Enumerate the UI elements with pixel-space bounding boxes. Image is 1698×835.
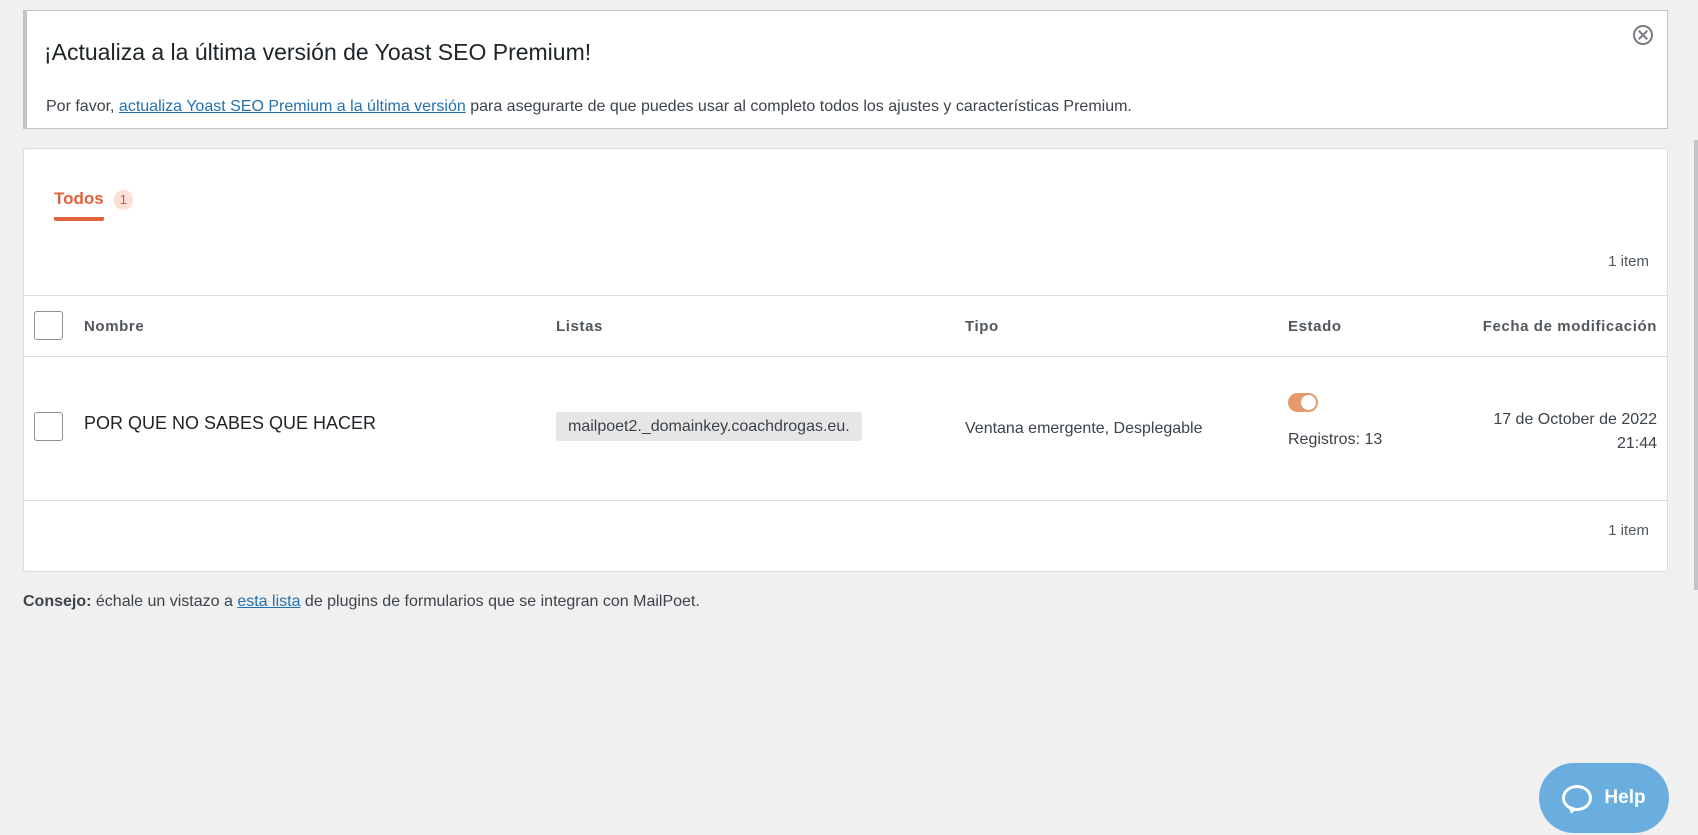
notice-text-prefix: Por favor,: [46, 98, 119, 115]
table-row: POR QUE NO SABES QUE HACER mailpoet2._do…: [24, 357, 1667, 501]
list-tag: mailpoet2._domainkey.coachdrogas.eu.: [556, 412, 862, 441]
forms-panel: Todos 1 1 item Nombre Listas Tipo Estado…: [23, 148, 1668, 572]
tab-todos-label: Todos: [54, 189, 104, 221]
tip-label: Consejo:: [23, 593, 92, 610]
notice-text-suffix: para asegurarte de que puedes usar al co…: [465, 98, 1132, 115]
form-type: Ventana emergente, Desplegable: [965, 420, 1203, 437]
chat-bubble-icon: [1562, 785, 1593, 811]
help-label: Help: [1604, 787, 1646, 808]
column-header-tipo: Tipo: [965, 318, 999, 335]
modified-date-day: 17 de October de 2022: [1493, 411, 1657, 428]
tip-suffix: de plugins de formularios que se integra…: [300, 593, 700, 610]
status-toggle[interactable]: [1288, 393, 1318, 412]
yoast-upgrade-notice: ¡Actualiza a la última versión de Yoast …: [23, 10, 1668, 129]
modified-date-time: 21:44: [1616, 435, 1657, 452]
dismiss-notice-close-icon[interactable]: [1633, 25, 1653, 45]
notice-title: ¡Actualiza a la última versión de Yoast …: [44, 39, 592, 65]
row-checkbox[interactable]: [34, 412, 63, 441]
registros-count: Registros: 13: [1288, 431, 1383, 448]
table-header: Nombre Listas Tipo Estado Fecha de modif…: [24, 295, 1667, 357]
tip-text: Consejo: échale un vistazo a esta lista …: [23, 593, 700, 611]
items-count-bottom: 1 item: [1608, 522, 1649, 539]
tip-prefix: échale un vistazo a: [91, 593, 238, 610]
scrollbar[interactable]: [1694, 140, 1698, 590]
column-header-estado: Estado: [1288, 318, 1342, 335]
column-header-listas: Listas: [556, 318, 603, 335]
toggle-knob: [1301, 395, 1316, 410]
select-all-checkbox[interactable]: [34, 311, 63, 340]
tab-todos[interactable]: Todos 1: [54, 189, 133, 221]
column-header-nombre[interactable]: Nombre: [84, 318, 144, 335]
notice-body: Por favor, actualiza Yoast SEO Premium a…: [46, 98, 1132, 116]
notice-upgrade-link[interactable]: actualiza Yoast SEO Premium a la última …: [119, 98, 466, 115]
tab-todos-count: 1: [113, 190, 133, 210]
column-header-fecha[interactable]: Fecha de modificación: [1483, 318, 1657, 335]
help-button[interactable]: Help: [1539, 763, 1669, 833]
modified-date: 17 de October de 2022 21:44: [1493, 408, 1657, 456]
form-name-link[interactable]: POR QUE NO SABES QUE HACER: [84, 413, 376, 434]
items-count-top: 1 item: [1608, 253, 1649, 270]
tip-list-link[interactable]: esta lista: [237, 593, 300, 610]
